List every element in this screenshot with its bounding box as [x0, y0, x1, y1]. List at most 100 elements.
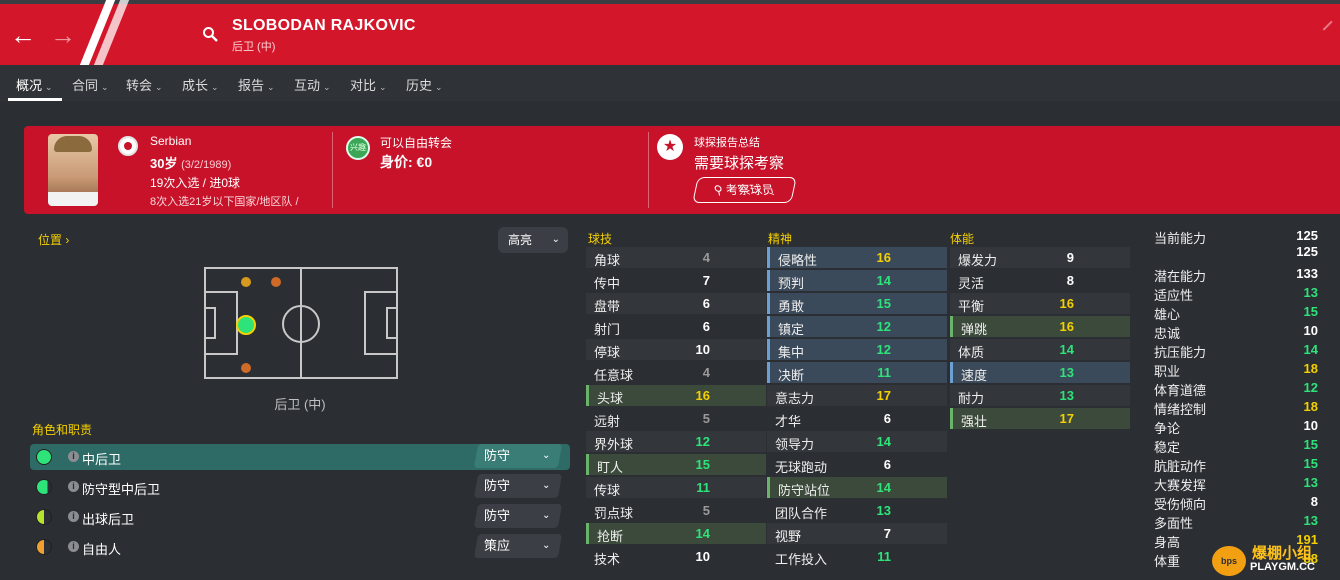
attribute-name: 传中	[594, 276, 621, 291]
role-name: 防守型中后卫	[82, 482, 161, 497]
ability-value: 18	[1303, 399, 1318, 414]
attribute-row[interactable]: 技术 10	[586, 546, 766, 567]
attribute-row[interactable]: 速度 13	[950, 362, 1130, 383]
attribute-row[interactable]: 耐力 13	[950, 385, 1130, 406]
attribute-name: 预判	[778, 276, 805, 291]
attribute-row[interactable]: 射门 6	[586, 316, 766, 337]
player-photo	[48, 134, 98, 206]
info-icon[interactable]: i	[68, 511, 79, 522]
attribute-row[interactable]: 无球跑动 6	[767, 454, 947, 475]
ability-name: 稳定	[1154, 440, 1181, 455]
player-header: ← → SLOBODAN RAJKOVIC 后卫 (中)	[0, 0, 1340, 65]
tab-reports[interactable]: 报告 ⌄	[238, 75, 275, 94]
attribute-row[interactable]: 头球 16	[586, 385, 766, 406]
attribute-row[interactable]: 灵活 8	[950, 270, 1130, 291]
attribute-value: 15	[876, 296, 891, 311]
tab-interaction[interactable]: 互动 ⌄	[294, 75, 331, 94]
player-name: SLOBODAN RAJKOVIC	[232, 17, 416, 34]
attribute-row[interactable]: 意志力 17	[767, 385, 947, 406]
arrow-right-icon[interactable]: →	[48, 20, 78, 50]
tab-history[interactable]: 历史 ⌄	[406, 75, 443, 94]
attribute-row[interactable]: 体质 14	[950, 339, 1130, 360]
position-title[interactable]: 位置 ›	[38, 231, 69, 248]
duty-dropdown[interactable]: 策应 ⌄	[473, 534, 563, 558]
attribute-row[interactable]: 预判 14	[767, 270, 947, 291]
attribute-row[interactable]: 决断 11	[767, 362, 947, 383]
role-row-central-defender[interactable]: i 中后卫 防守 ⌄	[30, 444, 570, 470]
attribute-row[interactable]: 任意球 4	[586, 362, 766, 383]
ability-name: 雄心	[1154, 307, 1181, 322]
tab-bar: 概况 ⌄ 合同 ⌄ 转会 ⌄ 成长 ⌄ 报告 ⌄ 互动 ⌄ 对比 ⌄ 历史 ⌄	[0, 65, 1340, 101]
expand-icon[interactable]	[1322, 20, 1340, 44]
attribute-row[interactable]: 传球 11	[586, 477, 766, 498]
ability-name: 忠诚	[1154, 326, 1181, 341]
attribute-name: 界外球	[594, 437, 634, 452]
search-icon[interactable]	[202, 26, 218, 42]
chevron-down-icon: ⌄	[541, 450, 550, 461]
attribute-row[interactable]: 界外球 12	[586, 431, 766, 452]
attribute-name: 强壮	[961, 414, 988, 429]
attribute-name: 耐力	[958, 391, 985, 406]
attribute-row[interactable]: 盘带 6	[586, 293, 766, 314]
attribute-row[interactable]: 罚点球 5	[586, 500, 766, 521]
ability-row: 受伤倾向 8	[1146, 494, 1326, 512]
tab-overview[interactable]: 概况 ⌄	[16, 75, 53, 94]
mental-title: 精神	[768, 232, 793, 246]
position-dot-dmcl	[271, 277, 281, 287]
watermark-logo: bps 爆棚小组 PLAYGM.CC	[1212, 540, 1340, 580]
tab-development[interactable]: 成长 ⌄	[182, 75, 219, 94]
highlight-dropdown[interactable]: 高亮 ⌄	[498, 227, 568, 253]
duty-dropdown[interactable]: 防守 ⌄	[473, 474, 563, 498]
role-row-libero[interactable]: i 自由人 策应 ⌄	[30, 534, 570, 560]
info-icon[interactable]: i	[68, 451, 79, 462]
attribute-name: 远射	[594, 414, 621, 429]
ability-name: 情绪控制	[1154, 402, 1207, 417]
attribute-row[interactable]: 视野 7	[767, 523, 947, 544]
attribute-value: 11	[877, 549, 891, 564]
attribute-row[interactable]: 停球 10	[586, 339, 766, 360]
arrow-left-icon[interactable]: ←	[8, 20, 38, 50]
attribute-row[interactable]: 团队合作 13	[767, 500, 947, 521]
role-row-ball-playing-defender[interactable]: i 出球后卫 防守 ⌄	[30, 504, 570, 530]
ability-value: 10	[1303, 418, 1318, 433]
chevron-down-icon: ⌄	[541, 480, 550, 491]
attribute-row[interactable]: 集中 12	[767, 339, 947, 360]
attribute-row[interactable]: 传中 7	[586, 270, 766, 291]
info-icon[interactable]: i	[68, 541, 79, 552]
role-name: 出球后卫	[82, 512, 135, 527]
attribute-row[interactable]: 爆发力 9	[950, 247, 1130, 268]
info-icon[interactable]: i	[68, 481, 79, 492]
attribute-row[interactable]: 侵略性 16	[767, 247, 947, 268]
duty-dropdown[interactable]: 防守 ⌄	[473, 504, 563, 528]
attribute-row[interactable]: 抢断 14	[586, 523, 766, 544]
scout-player-button[interactable]: ⚲ 考察球员	[692, 177, 797, 203]
ability-value: 125	[1296, 228, 1318, 243]
attribute-row[interactable]: 强壮 17	[950, 408, 1130, 429]
tab-contract[interactable]: 合同 ⌄	[72, 75, 109, 94]
attribute-name: 侵略性	[778, 253, 818, 268]
attribute-row[interactable]: 平衡 16	[950, 293, 1130, 314]
attribute-row[interactable]: 镇定 12	[767, 316, 947, 337]
attribute-name: 爆发力	[958, 253, 998, 268]
interest-badge: 兴趣	[346, 136, 370, 160]
attribute-value: 10	[695, 549, 710, 564]
ability-value: 13	[1303, 475, 1318, 490]
attribute-value: 7	[702, 273, 710, 288]
attribute-row[interactable]: 勇敢 15	[767, 293, 947, 314]
nationality: Serbian	[150, 134, 192, 148]
watermark-text-cn: 爆棚小组	[1252, 545, 1313, 562]
attribute-row[interactable]: 领导力 14	[767, 431, 947, 452]
attribute-value: 5	[702, 503, 710, 518]
attribute-row[interactable]: 才华 6	[767, 408, 947, 429]
attribute-row[interactable]: 盯人 15	[586, 454, 766, 475]
ability-value: 13	[1303, 513, 1318, 528]
role-row-no-nonsense-cb[interactable]: i 防守型中后卫 防守 ⌄	[30, 474, 570, 500]
attribute-row[interactable]: 防守站位 14	[767, 477, 947, 498]
tab-transfer[interactable]: 转会 ⌄	[126, 75, 163, 94]
attribute-row[interactable]: 弹跳 16	[950, 316, 1130, 337]
attribute-row[interactable]: 工作投入 11	[767, 546, 947, 567]
duty-dropdown[interactable]: 防守 ⌄	[473, 444, 563, 468]
tab-compare[interactable]: 对比 ⌄	[350, 75, 387, 94]
attribute-row[interactable]: 角球 4	[586, 247, 766, 268]
attribute-row[interactable]: 远射 5	[586, 408, 766, 429]
